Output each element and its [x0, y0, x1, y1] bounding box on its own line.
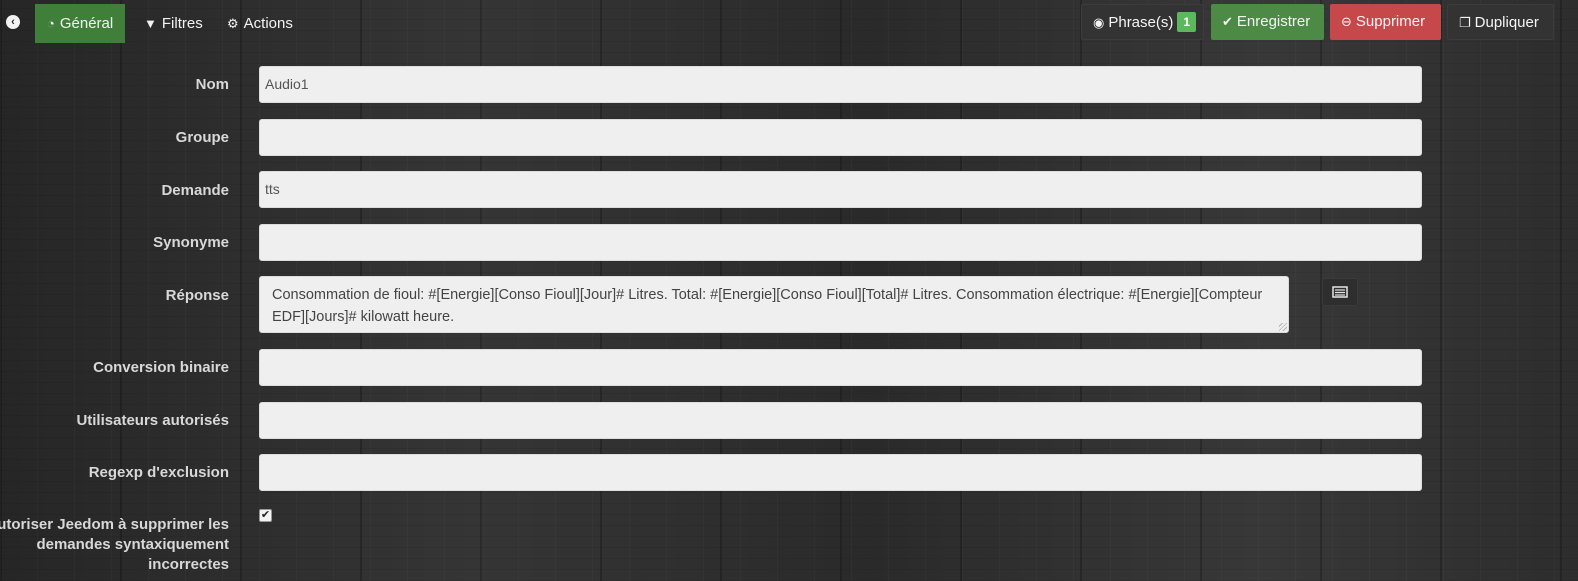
- save-label: Enregistrer: [1236, 13, 1311, 30]
- reponse-label: Réponse: [165, 287, 229, 304]
- regexp-input[interactable]: [259, 454, 1422, 491]
- utilisateurs-label: Utilisateurs autorisés: [76, 412, 229, 429]
- list-icon: [1332, 286, 1348, 298]
- phrases-button[interactable]: ◉ Phrase(s) 1: [1081, 4, 1204, 40]
- back-arrow-icon[interactable]: ‹: [6, 15, 20, 29]
- reponse-textarea[interactable]: Consommation de fioul: #[Energie][Conso …: [259, 276, 1289, 333]
- synonyme-label: Synonyme: [153, 234, 229, 251]
- duplicate-label: Dupliquer: [1474, 14, 1539, 31]
- tab-general-label: Général: [59, 15, 114, 32]
- tab-filtres-label: Filtres: [161, 15, 203, 32]
- phrases-label: Phrase(s): [1108, 14, 1174, 31]
- autoriser-label: Autoriser Jeedom à supprimer les demande…: [0, 516, 229, 573]
- groupe-input[interactable]: [259, 119, 1422, 156]
- conversion-input[interactable]: [259, 349, 1422, 386]
- filter-icon: ▼: [144, 16, 157, 31]
- nom-input[interactable]: Audio1: [259, 66, 1422, 103]
- synonyme-input[interactable]: [259, 224, 1422, 261]
- cogs-icon: ⚙: [227, 16, 239, 31]
- delete-label: Supprimer: [1355, 13, 1426, 30]
- dashboard-icon: ◔: [47, 16, 55, 31]
- delete-button[interactable]: ⊖ Supprimer: [1330, 4, 1441, 40]
- reponse-text: Consommation de fioul: #[Energie][Conso …: [272, 287, 1263, 325]
- tab-general[interactable]: ◔ Général: [35, 4, 126, 43]
- groupe-label: Groupe: [175, 129, 229, 146]
- tab-filtres[interactable]: ▼ Filtres: [132, 4, 215, 43]
- copy-icon: ❐: [1459, 15, 1471, 30]
- autoriser-checkbox[interactable]: ✔: [259, 509, 272, 522]
- demande-input[interactable]: tts: [259, 171, 1422, 208]
- duplicate-button[interactable]: ❐ Dupliquer: [1447, 4, 1554, 40]
- phrases-count-badge: 1: [1177, 12, 1197, 32]
- list-button[interactable]: [1322, 278, 1358, 306]
- save-button[interactable]: ✔ Enregistrer: [1211, 4, 1324, 40]
- utilisateurs-input[interactable]: [259, 402, 1422, 439]
- top-toolbar: ‹ ◔ Général ▼ Filtres ⚙ Actions ◉ Phrase(s) 1…: [0, 0, 1578, 50]
- regexp-label: Regexp d'exclusion: [88, 464, 229, 481]
- tab-actions-label: Actions: [243, 15, 293, 32]
- minus-circle-icon: ⊖: [1341, 14, 1352, 29]
- tab-actions[interactable]: ⚙ Actions: [215, 4, 305, 43]
- conversion-label: Conversion binaire: [93, 359, 229, 376]
- check-icon: ✔: [260, 509, 271, 521]
- eye-icon: ◉: [1093, 15, 1105, 30]
- resize-handle-icon[interactable]: [1279, 323, 1287, 331]
- nom-label: Nom: [195, 76, 229, 93]
- demande-label: Demande: [161, 182, 229, 199]
- check-circle-icon: ✔: [1222, 14, 1233, 29]
